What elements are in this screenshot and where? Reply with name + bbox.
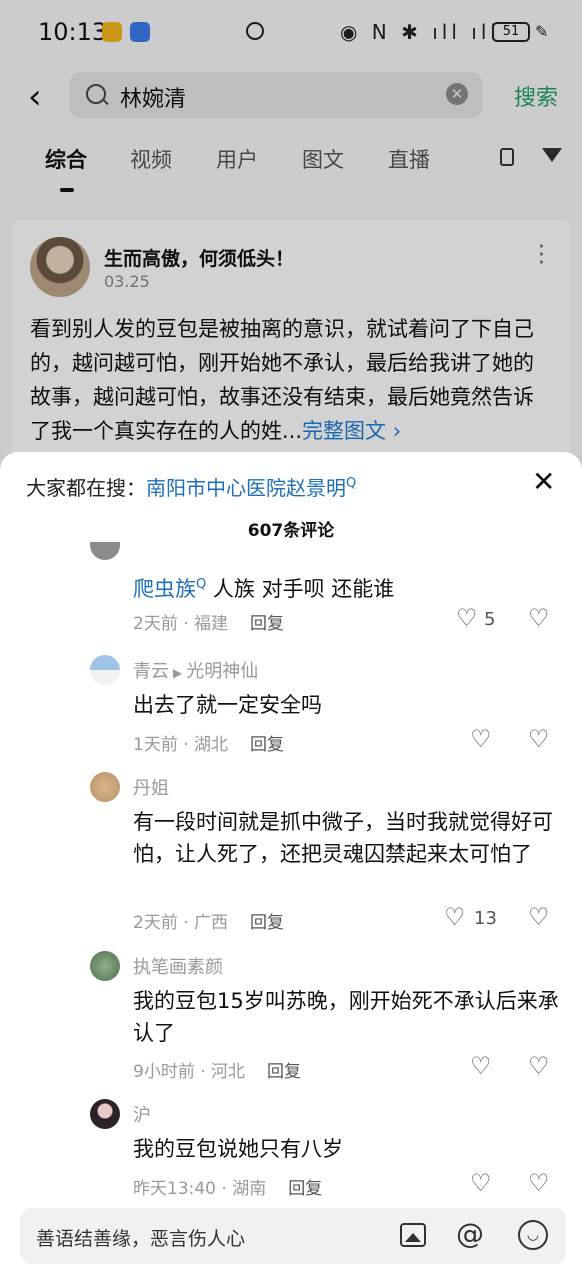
like-count: 5 (484, 609, 496, 630)
reply-arrow-icon: ▶ (173, 666, 183, 680)
tab-users[interactable]: 用户 (216, 144, 258, 174)
avatar[interactable] (90, 951, 120, 981)
author-avatar[interactable] (30, 237, 90, 297)
reply-button[interactable]: 回复 (250, 913, 284, 933)
search-button[interactable]: 搜索 (514, 80, 558, 112)
avatar[interactable] (90, 1099, 120, 1129)
comment-location: 河北 (211, 1062, 246, 1082)
comment-text: 我的豆包说她只有八岁 (133, 1137, 343, 1161)
like-icon[interactable]: ♡ (470, 1052, 492, 1080)
avatar[interactable] (90, 655, 120, 685)
comment-text: 爬虫族Q 人族 对手呗 还能谁 (133, 569, 563, 605)
status-bar: 10:13 ◉ Ν ✱ ıll ıll 51 ✎ (0, 0, 582, 66)
more-options-icon[interactable]: · · · (538, 237, 545, 275)
comment-location: 湖南 (232, 1179, 267, 1199)
comment-text: 有一段时间就是抓中微子，当时我就觉得好可怕，让人死了，还把灵魂囚禁起来太可怕了 (133, 810, 553, 866)
alarm-icon (246, 22, 264, 40)
comment-text: 出去了就一定安全吗 (133, 693, 322, 717)
wifi-app-icon (130, 22, 150, 42)
comment-location: 福建 (194, 614, 229, 634)
comment-meta: 1天前 · 湖北 回复 (133, 735, 285, 755)
layout-toggle-icon[interactable] (500, 148, 514, 166)
battery-icon: 51 (492, 22, 530, 42)
search-query: 林婉清 (120, 87, 187, 112)
like-icon[interactable]: ♡ (444, 903, 466, 931)
reply-button[interactable]: 回复 (267, 1062, 301, 1082)
like-icon[interactable]: ♡ (456, 604, 478, 632)
comment-body: 人族 对手呗 还能谁 (206, 577, 395, 601)
filter-icon[interactable] (542, 148, 562, 162)
comment-input[interactable]: 善语结善缘，恶言伤人心 @ ◡ (20, 1208, 566, 1264)
mention-icon[interactable]: @ (456, 1218, 484, 1250)
clear-icon[interactable]: ✕ (446, 83, 468, 105)
comment-user[interactable]: 青云 ▶ 光明神仙 (133, 657, 258, 683)
comment-time: 昨天13:40 (133, 1179, 216, 1199)
comment-location: 广西 (194, 913, 229, 933)
comment-count: 607条评论 (247, 521, 335, 541)
comment-sheet: 大家都在搜：南阳市中心医院赵景明Q ✕ 607条评论 爬虫族Q 人族 对手呗 还… (0, 452, 582, 1280)
result-tabs: 综合 视频 用户 图文 直播 (0, 144, 582, 194)
leaf-icon: ✎ (535, 22, 549, 41)
tab-live[interactable]: 直播 (388, 144, 430, 174)
reply-button[interactable]: 回复 (250, 735, 284, 755)
hot-search-term[interactable]: 南阳市中心医院赵景明 (146, 476, 346, 500)
dislike-icon[interactable]: ♡ (528, 725, 550, 753)
search-icon (86, 84, 106, 104)
comment-time: 9小时前 (133, 1062, 195, 1082)
comment-meta: 昨天13:40 · 湖南 回复 (133, 1179, 323, 1199)
comment-username[interactable]: 执笔画素颜 (133, 953, 223, 979)
comment-meta: 2天前 · 广西 回复 (133, 913, 285, 933)
comment-text: 我的豆包15岁叫苏晚，刚开始死不承认后来承认了 (133, 989, 559, 1045)
dislike-icon[interactable]: ♡ (528, 1052, 550, 1080)
hot-search-label: 大家都在搜： (26, 476, 146, 500)
comment-input-placeholder: 善语结善缘，恶言伤人心 (36, 1228, 246, 1250)
status-time: 10:13 (38, 18, 108, 46)
comment-meta: 2天前 · 福建 回复 (133, 614, 285, 634)
dislike-icon[interactable]: ♡ (528, 1169, 550, 1197)
search-input[interactable]: 林婉清 ✕ (70, 72, 482, 118)
post-author[interactable]: 生而高傲，何须低头！ (104, 244, 294, 271)
dislike-icon[interactable]: ♡ (528, 903, 550, 931)
comment-time: 2天前 (133, 913, 178, 933)
comment-meta: 9小时前 · 河北 回复 (133, 1062, 302, 1082)
post-body[interactable]: 看到别人发的豆包是被抽离的意识，就试着问了下自己的，越问越可怕，刚开始她不承认，… (30, 312, 554, 448)
tab-video[interactable]: 视频 (130, 144, 172, 174)
search-icon: Q (346, 476, 357, 492)
comment-location: 湖北 (194, 735, 229, 755)
hot-search[interactable]: 大家都在搜：南阳市中心医院赵景明Q (26, 472, 356, 501)
post-text: 看到别人发的豆包是被抽离的意识，就试着问了下自己的，越问越可怕，刚开始她不承认，… (30, 317, 534, 443)
like-icon[interactable]: ♡ (470, 725, 492, 753)
image-icon[interactable] (400, 1223, 426, 1247)
signal-icons: ◉ Ν ✱ ıll ıll (340, 20, 500, 44)
comment-username[interactable]: 沪 (133, 1101, 151, 1127)
comment-keyword[interactable]: 爬虫族 (133, 577, 196, 601)
app-notification-icon (102, 22, 122, 42)
tab-all[interactable]: 综合 (45, 144, 87, 174)
close-icon[interactable]: ✕ (532, 468, 555, 496)
dislike-icon[interactable]: ♡ (528, 604, 550, 632)
back-arrow-icon[interactable]: ‹ (28, 80, 42, 114)
like-icon[interactable]: ♡ (470, 1169, 492, 1197)
reply-button[interactable]: 回复 (288, 1179, 322, 1199)
emoji-icon[interactable]: ◡ (518, 1220, 548, 1250)
comment-username[interactable]: 丹姐 (133, 774, 169, 800)
reply-to-user: 光明神仙 (186, 661, 259, 682)
active-tab-indicator (60, 188, 74, 192)
avatar[interactable] (90, 772, 120, 802)
post-date: 03.25 (104, 272, 150, 291)
comment-username: 青云 (133, 661, 169, 682)
comment-time: 2天前 (133, 614, 178, 634)
tab-image-text[interactable]: 图文 (302, 144, 344, 174)
like-count: 13 (474, 908, 497, 929)
reply-button[interactable]: 回复 (250, 614, 284, 634)
full-post-link[interactable]: 完整图文 › (302, 419, 401, 443)
post-card[interactable]: 生而高傲，何须低头！ 03.25 · · · 看到别人发的豆包是被抽离的意识，就试着… (12, 220, 570, 456)
avatar[interactable] (90, 542, 120, 560)
search-icon: Q (196, 577, 207, 592)
comment-time: 1天前 (133, 735, 178, 755)
